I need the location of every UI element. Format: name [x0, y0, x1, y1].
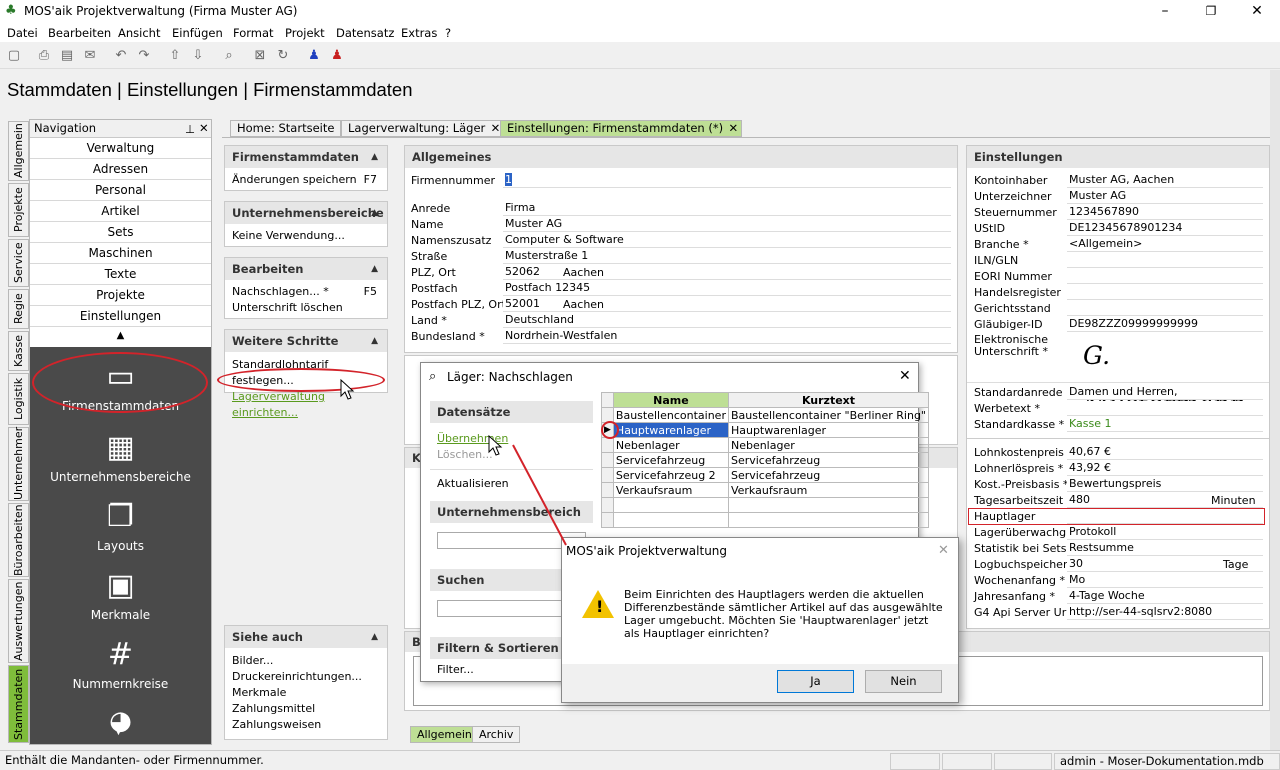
status-db: admin - Moser-Dokumentation.mdb — [1054, 753, 1280, 770]
status-seg — [994, 753, 1052, 770]
status-bar: Enthält die Mandanten- oder Firmennummer… — [0, 750, 1280, 770]
status-seg — [942, 753, 992, 770]
status-seg — [890, 753, 940, 770]
status-text: Enthält die Mandanten- oder Firmennummer… — [5, 753, 264, 767]
annotation-arrow — [340, 378, 567, 546]
